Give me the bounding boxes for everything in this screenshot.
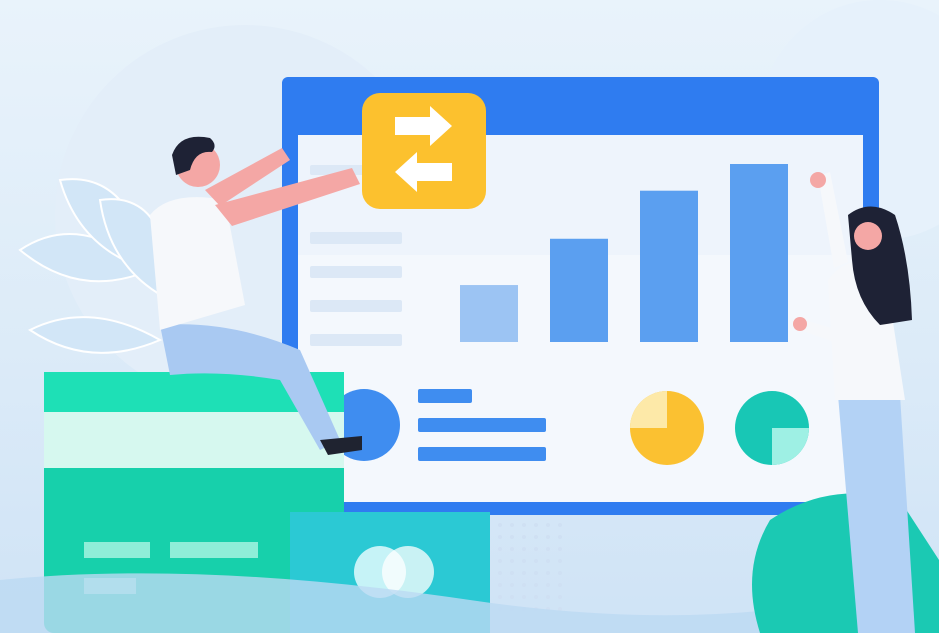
grid-dot bbox=[510, 595, 514, 599]
grid-dot bbox=[534, 547, 538, 551]
illustration-scene bbox=[0, 0, 939, 633]
grid-dot bbox=[546, 583, 550, 587]
grid-dot bbox=[534, 559, 538, 563]
grid-dot bbox=[498, 571, 502, 575]
grid-dot bbox=[522, 523, 526, 527]
grid-dot bbox=[498, 523, 502, 527]
grid-dot bbox=[510, 535, 514, 539]
grid-dot bbox=[558, 523, 562, 527]
chart-bar bbox=[730, 164, 788, 342]
grid-dot bbox=[522, 583, 526, 587]
grid-dot bbox=[558, 535, 562, 539]
chart-bar bbox=[460, 285, 518, 342]
scene-canvas bbox=[0, 0, 939, 633]
grid-dot bbox=[510, 571, 514, 575]
legend-line bbox=[418, 389, 472, 403]
card-stripe bbox=[44, 412, 344, 468]
grid-dot bbox=[546, 523, 550, 527]
grid-dot bbox=[558, 583, 562, 587]
grid-dot bbox=[522, 559, 526, 563]
grid-dot bbox=[558, 571, 562, 575]
grid-dot bbox=[534, 595, 538, 599]
grid-dot bbox=[498, 595, 502, 599]
grid-dot bbox=[546, 547, 550, 551]
grid-dot bbox=[522, 595, 526, 599]
legend-line bbox=[418, 447, 546, 461]
text-line bbox=[310, 334, 402, 346]
grid-dot bbox=[522, 535, 526, 539]
grid-dot bbox=[510, 547, 514, 551]
grid-dot bbox=[534, 523, 538, 527]
grid-dot bbox=[546, 535, 550, 539]
grid-dot bbox=[546, 559, 550, 563]
grid-dot bbox=[558, 559, 562, 563]
grid-dot bbox=[558, 595, 562, 599]
swap-arrows-icon bbox=[362, 93, 486, 209]
grid-dot bbox=[534, 535, 538, 539]
chart-bar bbox=[550, 238, 608, 342]
legend-line bbox=[418, 418, 546, 432]
text-line bbox=[310, 232, 402, 244]
grid-dot bbox=[558, 547, 562, 551]
card-line bbox=[170, 542, 258, 558]
grid-dot bbox=[546, 571, 550, 575]
text-line bbox=[310, 300, 402, 312]
grid-dot bbox=[510, 559, 514, 563]
grid-dot bbox=[498, 547, 502, 551]
grid-dot bbox=[546, 595, 550, 599]
grid-dot bbox=[510, 583, 514, 587]
grid-dot bbox=[522, 547, 526, 551]
grid-dot bbox=[498, 583, 502, 587]
pie-chart-icon bbox=[735, 391, 809, 465]
grid-dot bbox=[522, 571, 526, 575]
chart-bar bbox=[640, 190, 698, 342]
grid-dot bbox=[510, 523, 514, 527]
dot-grid bbox=[498, 523, 562, 611]
card-line bbox=[84, 542, 150, 558]
grid-dot bbox=[534, 583, 538, 587]
pie-chart-icon bbox=[630, 391, 704, 465]
grid-dot bbox=[498, 535, 502, 539]
grid-dot bbox=[534, 571, 538, 575]
grid-dot bbox=[498, 559, 502, 563]
text-line bbox=[310, 266, 402, 278]
grid-dot bbox=[558, 607, 562, 611]
